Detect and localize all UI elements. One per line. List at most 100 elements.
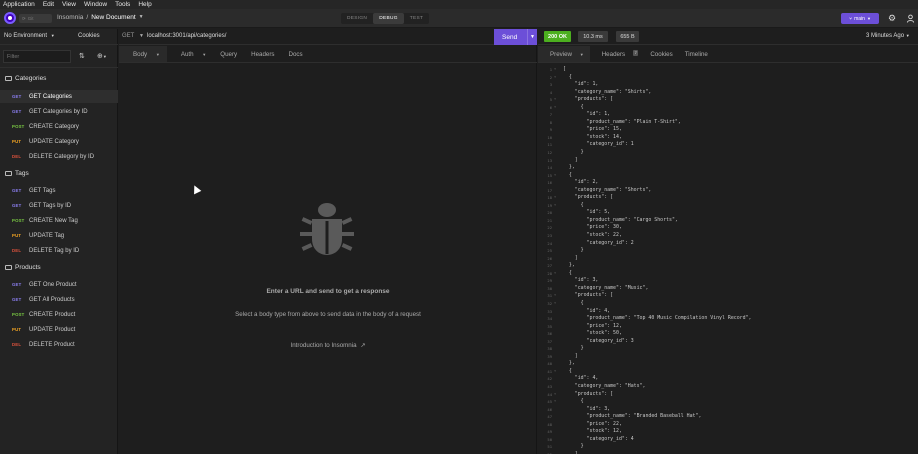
menu-bar: Application Edit View Window Tools Help [0,0,918,9]
environment-row: No Environment ▼ Cookies [0,29,118,45]
method-select[interactable]: GET [122,33,134,39]
line-text: [ [563,66,566,72]
request-item[interactable]: PUT UPDATE Category [0,135,118,148]
menu-application[interactable]: Application [3,1,35,8]
request-item[interactable]: GET GET Categories [0,90,118,103]
tab-preview[interactable]: Preview ▼ [538,46,590,62]
code-line: 49 "stock": 12, [538,428,918,436]
chevron-down-icon[interactable]: ▼ [139,14,144,21]
request-item[interactable]: DEL DELETE Category by ID [0,150,118,163]
chevron-down-icon[interactable]: ▼ [527,29,537,45]
response-body-viewer[interactable]: 1 ▾[2 ▾ {3 "id": 1, 4 "category_name": "Shi… [538,66,918,454]
breadcrumb-app[interactable]: Insomnia [57,14,83,21]
line-text: ] [563,352,578,359]
filter-input[interactable] [3,50,71,63]
line-number: 10 [547,134,552,140]
line-text: } [563,149,584,156]
line-text: "product_name": "Top 40 Music Compilatio… [563,315,752,322]
tab-design[interactable]: DESIGN [341,13,373,24]
line-number: 26 [547,255,552,261]
request-item[interactable]: PUT UPDATE Tag [0,229,118,242]
code-line: 39 ] [538,353,918,361]
line-text: "price": 30, [563,224,622,231]
code-line: 7 "id": 1, [538,111,918,119]
request-label: DELETE Product [29,341,75,348]
request-label: GET One Product [29,281,77,288]
code-line: 26 ] [538,255,918,263]
request-item[interactable]: GET GET One Product [0,278,118,291]
add-menu-icon[interactable]: ⊕▼ [97,52,107,60]
request-item[interactable]: POST CREATE New Tag [0,214,118,227]
breadcrumb-document[interactable]: New Document [91,14,135,21]
breadcrumb-separator: / [86,14,89,21]
tab-query[interactable]: Query [213,46,244,62]
send-button[interactable]: Send ▼ [494,29,537,45]
code-line: 24 "category_id": 2 [538,240,918,248]
menu-help[interactable]: Help [138,1,151,8]
folder-categories[interactable]: Categories [5,75,46,82]
line-number: 31 [547,293,552,299]
intro-link[interactable]: Introduction to Insomnia ↗ [119,342,537,349]
line-number: 23 [547,233,552,239]
tab-debug[interactable]: DEBUG [373,13,404,24]
tab-timeline[interactable]: Timeline [679,46,714,62]
cookies-button[interactable]: Cookies [78,33,100,39]
account-user-icon[interactable] [904,13,916,24]
request-item[interactable]: POST CREATE Product [0,308,118,321]
chevron-down-icon: ▼ [905,33,910,38]
code-line: 30 "category_name": "Music", [538,285,918,293]
folder-tags[interactable]: Tags [5,170,29,177]
request-label: GET Categories [29,93,72,100]
request-item[interactable]: GET GET Tags by ID [0,199,118,212]
line-number: 42 [547,376,552,382]
line-text: "category_id": 1 [563,141,634,148]
menu-view[interactable]: View [62,1,76,8]
environment-dropdown[interactable]: No Environment ▼ [4,33,55,39]
line-number: 2 [549,74,552,80]
request-item[interactable]: GET GET Categories by ID [0,105,118,118]
tab-response-headers[interactable]: Headers 7 [590,46,645,62]
request-item[interactable]: POST CREATE Category [0,120,118,133]
chevron-down-icon: ▼ [202,52,207,57]
line-number: 49 [547,429,552,435]
chevron-down-icon[interactable]: ▼ [139,33,144,39]
git-sync-button[interactable]: ⟳ Git [19,14,52,23]
request-item[interactable]: DEL DELETE Product [0,338,118,351]
url-input[interactable]: localhost:3001/api/categories/ [147,33,226,39]
line-text: "product_name": "Branded Baseball Hat", [563,413,702,420]
request-pane: GET ▼ localhost:3001/api/categories/ Sen… [119,29,537,454]
menu-edit[interactable]: Edit [43,1,54,8]
line-text: "id": 4, [563,307,611,314]
line-text: }, [563,164,575,171]
insomnia-logo-icon[interactable] [4,12,16,24]
folder-products[interactable]: Products [5,264,41,271]
branch-button[interactable]: ⑂ main ▼ [841,13,879,24]
line-text: "price": 22, [563,420,622,427]
method-badge: POST [12,218,25,223]
sort-icon[interactable]: ⇅ [79,52,85,60]
method-badge: PUT [12,327,22,332]
request-item[interactable]: PUT UPDATE Product [0,323,118,336]
line-number: 35 [547,323,552,329]
title-bar: ⟳ Git Insomnia / New Document ▼ DESIGN D… [0,9,918,28]
line-text: ] [563,254,578,261]
line-number: 13 [547,157,552,163]
request-tabs: Body ▼ Auth ▼ Query Headers Docs [119,46,537,63]
tab-docs[interactable]: Docs [282,46,310,62]
tab-body[interactable]: Body ▼ [119,46,167,62]
tab-test[interactable]: TEST [404,13,429,24]
request-item[interactable]: GET GET Tags [0,184,118,197]
send-label: Send [502,33,518,41]
settings-gear-icon[interactable]: ⚙ [886,13,898,24]
menu-tools[interactable]: Tools [115,1,130,8]
history-dropdown[interactable]: 3 Minutes Ago ▼ [866,33,910,39]
tab-headers[interactable]: Headers [244,46,281,62]
tab-auth[interactable]: Auth ▼ [167,46,213,62]
menu-window[interactable]: Window [84,1,107,8]
request-item[interactable]: DEL DELETE Tag by ID [0,244,118,257]
line-number: 44 [547,391,552,397]
line-text: "id": 1, [563,111,611,118]
request-item[interactable]: GET GET All Products [0,293,118,306]
tab-response-cookies[interactable]: Cookies [644,46,678,62]
line-number: 37 [547,338,552,344]
